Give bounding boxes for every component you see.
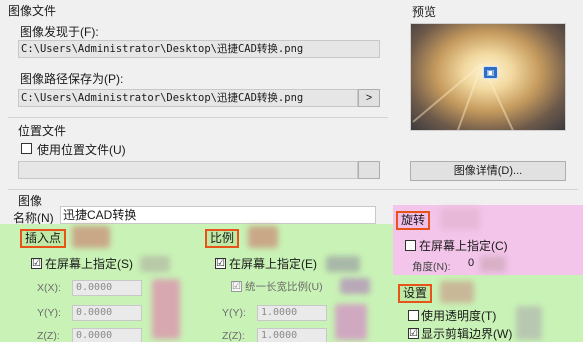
use-location-file-checkbox[interactable] xyxy=(21,143,32,154)
image-file-icon: ▣ xyxy=(483,66,498,79)
scale-z-field[interactable]: 1.0000 xyxy=(257,328,327,342)
insert-point-title: 插入点 xyxy=(20,229,67,248)
redacted-block xyxy=(72,226,110,248)
save-path-field[interactable]: C:\Users\Administrator\Desktop\迅捷CAD转换.p… xyxy=(18,89,358,107)
insert-x-field[interactable]: 0.0000 xyxy=(72,280,142,296)
insert-z-label: Z(Z): xyxy=(37,330,60,342)
scale-title: 比例 xyxy=(205,229,240,248)
preview-title: 预览 xyxy=(412,5,437,19)
rotation-on-screen-label: 在屏幕上指定(C) xyxy=(419,239,508,253)
angle-label: 角度(N): xyxy=(412,261,451,273)
location-file-section-title: 位置文件 xyxy=(18,124,67,138)
scale-on-screen-checkbox[interactable]: ☑ xyxy=(215,258,226,269)
found-in-field[interactable]: C:\Users\Administrator\Desktop\迅捷CAD转换.p… xyxy=(18,40,380,58)
show-clip-checkbox[interactable]: ☑ xyxy=(408,328,419,339)
uniform-scale-checkbox[interactable]: ☑ xyxy=(231,281,242,292)
insert-on-screen-checkbox[interactable]: ☑ xyxy=(31,258,42,269)
rotation-title: 旋转 xyxy=(396,211,431,230)
transparency-label: 使用透明度(T) xyxy=(421,309,497,323)
image-file-section-title: 图像文件 xyxy=(8,4,57,18)
insert-z-field[interactable]: 0.0000 xyxy=(72,328,142,342)
scale-y-label: Y(Y): xyxy=(222,307,246,319)
location-browse-button[interactable] xyxy=(358,161,380,179)
image-details-button[interactable]: 图像详情(D)... xyxy=(410,161,566,181)
name-field[interactable]: 迅捷CAD转换 xyxy=(60,206,376,224)
preview-image: ▣ xyxy=(410,23,566,131)
scale-on-screen-label: 在屏幕上指定(E) xyxy=(229,257,317,271)
browse-button[interactable]: > xyxy=(358,89,380,107)
insert-x-label: X(X): xyxy=(37,282,61,294)
scale-z-label: Z(Z): xyxy=(222,330,245,342)
scale-y-field[interactable]: 1.0000 xyxy=(257,305,327,321)
found-in-label: 图像发现于(F): xyxy=(20,25,99,39)
save-path-label: 图像路径保存为(P): xyxy=(20,72,124,86)
show-clip-label: 显示剪辑边界(W) xyxy=(421,327,513,341)
insert-y-label: Y(Y): xyxy=(37,307,61,319)
image-section-title: 图像 xyxy=(18,194,43,208)
location-file-field[interactable] xyxy=(18,161,358,179)
use-location-file-label: 使用位置文件(U) xyxy=(37,143,126,157)
rotation-on-screen-checkbox[interactable] xyxy=(405,240,416,251)
settings-title: 设置 xyxy=(398,284,433,303)
insert-on-screen-label: 在屏幕上指定(S) xyxy=(45,257,133,271)
uniform-scale-label: 统一长宽比例(U) xyxy=(245,281,323,293)
angle-field[interactable]: 0 xyxy=(468,257,474,269)
insert-y-field[interactable]: 0.0000 xyxy=(72,305,142,321)
transparency-checkbox[interactable] xyxy=(408,310,419,321)
